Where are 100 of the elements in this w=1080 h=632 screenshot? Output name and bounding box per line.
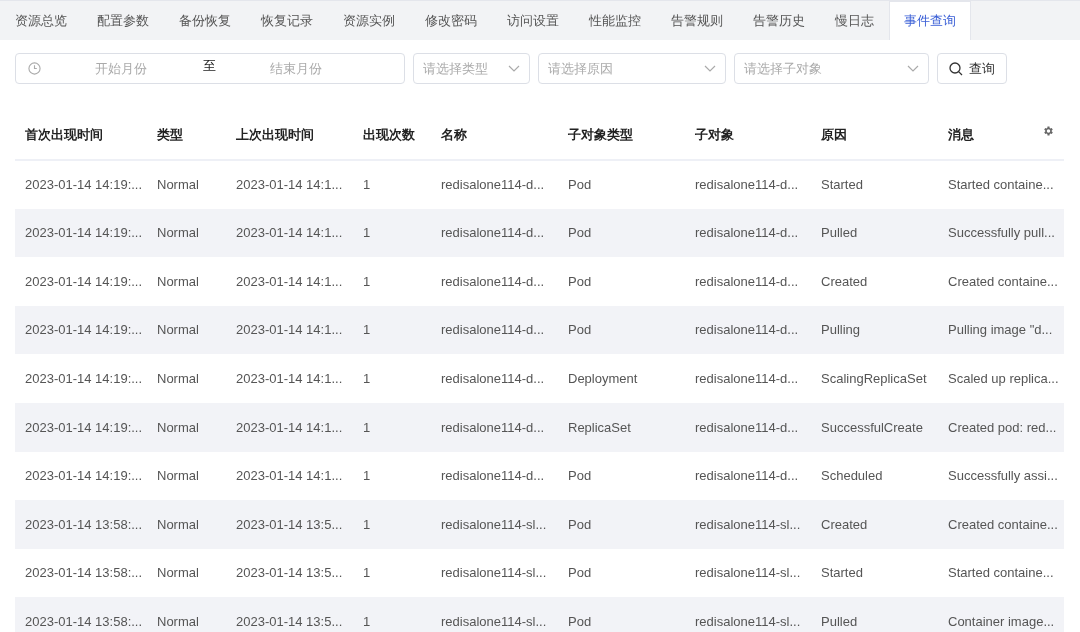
chevron-down-icon bbox=[704, 65, 716, 72]
range-separator: 至 bbox=[203, 56, 216, 75]
table-cell: Started containe... bbox=[938, 160, 1064, 209]
table-cell: 1 bbox=[353, 257, 431, 306]
table-cell: Started containe... bbox=[938, 548, 1064, 598]
table-cell: redisalone114-d... bbox=[685, 402, 811, 452]
table-cell: 2023-01-14 13:58:... bbox=[15, 500, 147, 549]
settings-icon[interactable] bbox=[1042, 125, 1054, 137]
column-header: 出现次数 bbox=[363, 126, 415, 142]
table-cell: 2023-01-14 14:19:... bbox=[15, 402, 147, 452]
table-cell: redisalone114-d... bbox=[431, 257, 558, 306]
tab[interactable]: 性能监控 bbox=[574, 1, 656, 40]
column-header: 子对象类型 bbox=[568, 126, 633, 142]
tab[interactable]: 修改密码 bbox=[410, 1, 492, 40]
table-cell: redisalone114-sl... bbox=[431, 548, 558, 598]
table-cell: Created bbox=[811, 500, 938, 549]
select-placeholder: 请选择子对象 bbox=[744, 59, 822, 78]
table-cell: 1 bbox=[353, 451, 431, 501]
table-cell: Pod bbox=[558, 305, 685, 355]
table-cell: 2023-01-14 14:1... bbox=[226, 305, 353, 355]
table-cell: Created containe... bbox=[938, 257, 1064, 306]
table-cell: Created bbox=[811, 257, 938, 306]
table-cell: Normal bbox=[147, 160, 226, 209]
table-cell: Normal bbox=[147, 500, 226, 549]
table-cell: 2023-01-14 14:1... bbox=[226, 402, 353, 452]
table-cell: 2023-01-14 14:19:... bbox=[15, 160, 147, 209]
table-cell: Started bbox=[811, 160, 938, 209]
table-cell: Created containe... bbox=[938, 500, 1064, 549]
table-cell: ScalingReplicaSet bbox=[811, 354, 938, 403]
table-cell: 1 bbox=[353, 548, 431, 598]
table-cell: Pulled bbox=[811, 208, 938, 258]
table-cell: redisalone114-d... bbox=[431, 451, 558, 501]
table-cell: Pulling bbox=[811, 305, 938, 355]
column-header: 子对象 bbox=[695, 126, 734, 142]
table-cell: 2023-01-14 14:1... bbox=[226, 208, 353, 258]
table-cell: 1 bbox=[353, 305, 431, 355]
table-cell: redisalone114-d... bbox=[431, 305, 558, 355]
table-cell: Scaled up replica... bbox=[938, 354, 1064, 403]
table-cell: 2023-01-14 14:1... bbox=[226, 257, 353, 306]
column-header: 名称 bbox=[441, 126, 467, 142]
table-cell: Pulled bbox=[811, 597, 938, 632]
tab[interactable]: 资源实例 bbox=[328, 1, 410, 40]
table-cell: 2023-01-14 14:1... bbox=[226, 160, 353, 209]
table-cell: 2023-01-14 13:58:... bbox=[15, 548, 147, 598]
table-cell: 2023-01-14 13:5... bbox=[226, 548, 353, 598]
table-cell: Normal bbox=[147, 451, 226, 501]
table-cell: 1 bbox=[353, 208, 431, 258]
table-cell: SuccessfulCreate bbox=[811, 402, 938, 452]
table-cell: 1 bbox=[353, 597, 431, 632]
column-header: 类型 bbox=[157, 126, 183, 142]
table-cell: redisalone114-sl... bbox=[685, 500, 811, 549]
table-cell: redisalone114-d... bbox=[431, 402, 558, 452]
table-cell: 2023-01-14 13:5... bbox=[226, 597, 353, 632]
tab[interactable]: 备份恢复 bbox=[164, 1, 246, 40]
tab[interactable]: 恢复记录 bbox=[246, 1, 328, 40]
table-cell: 2023-01-14 14:1... bbox=[226, 451, 353, 501]
table-cell: Pod bbox=[558, 597, 685, 632]
table-cell: Pod bbox=[558, 208, 685, 258]
table-cell: 2023-01-14 13:58:... bbox=[15, 597, 147, 632]
table-cell: Pod bbox=[558, 160, 685, 209]
table-cell: Normal bbox=[147, 305, 226, 355]
table-cell: Normal bbox=[147, 208, 226, 258]
tab[interactable]: 访问设置 bbox=[492, 1, 574, 40]
start-month-placeholder: 开始月份 bbox=[95, 59, 147, 78]
column-header: 消息 bbox=[948, 126, 974, 142]
table-cell: Container image... bbox=[938, 597, 1064, 632]
date-range-field[interactable]: 开始月份 至 结束月份 bbox=[15, 53, 405, 84]
query-button[interactable]: 查询 bbox=[937, 53, 1007, 84]
table-cell: Successfully pull... bbox=[938, 208, 1064, 258]
table-cell: 2023-01-14 14:1... bbox=[226, 354, 353, 403]
table-cell: 2023-01-14 14:19:... bbox=[15, 305, 147, 355]
table-cell: redisalone114-sl... bbox=[431, 500, 558, 549]
end-month-placeholder: 结束月份 bbox=[270, 59, 322, 78]
table-cell: 1 bbox=[353, 500, 431, 549]
table-cell: Created pod: red... bbox=[938, 402, 1064, 452]
table-cell: Normal bbox=[147, 257, 226, 306]
table-cell: redisalone114-d... bbox=[431, 208, 558, 258]
table-cell: Pod bbox=[558, 257, 685, 306]
clock-icon bbox=[28, 62, 41, 75]
tab[interactable]: 配置参数 bbox=[82, 1, 164, 40]
table-cell: Pod bbox=[558, 500, 685, 549]
table-cell: Normal bbox=[147, 597, 226, 632]
table-cell: Normal bbox=[147, 548, 226, 598]
column-header: 首次出现时间 bbox=[25, 126, 103, 142]
table-cell: Pulling image "d... bbox=[938, 305, 1064, 355]
table-cell: Scheduled bbox=[811, 451, 938, 501]
table-cell: redisalone114-sl... bbox=[685, 548, 811, 598]
table-cell: 2023-01-14 13:5... bbox=[226, 500, 353, 549]
table-cell: Deployment bbox=[558, 354, 685, 403]
tab[interactable]: 告警历史 bbox=[738, 1, 820, 40]
table-cell: 2023-01-14 14:19:... bbox=[15, 354, 147, 403]
tab[interactable]: 慢日志 bbox=[820, 1, 889, 40]
table-cell: 2023-01-14 14:19:... bbox=[15, 208, 147, 258]
tab[interactable]: 资源总览 bbox=[0, 1, 82, 40]
tab[interactable]: 告警规则 bbox=[656, 1, 738, 40]
tab[interactable]: 事件查询 bbox=[889, 1, 971, 40]
table-cell: Pod bbox=[558, 451, 685, 501]
table-cell: 1 bbox=[353, 160, 431, 209]
table-cell: redisalone114-d... bbox=[685, 451, 811, 501]
table-cell: redisalone114-d... bbox=[685, 208, 811, 258]
